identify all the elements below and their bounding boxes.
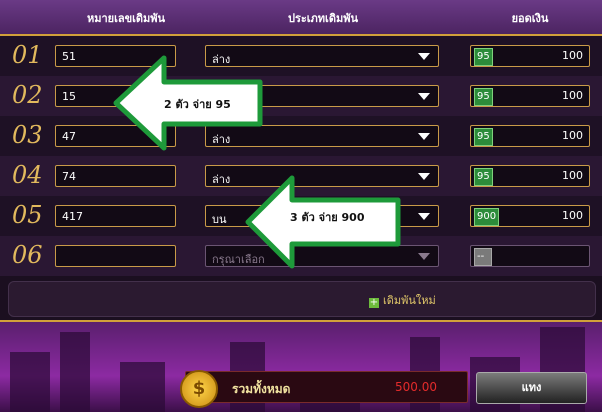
row-number: 04 — [12, 161, 43, 189]
header-bet-number: หมายเลขเดิมพัน — [86, 12, 166, 25]
payout-rate-badge: 95 — [474, 88, 493, 106]
amount-input[interactable]: -- — [470, 245, 590, 267]
total-value: 500.00 — [395, 380, 437, 394]
row-number: 05 — [12, 201, 43, 229]
bet-number-input[interactable]: 417 — [55, 205, 176, 227]
table-header: หมายเลขเดิมพัน ประเภทเดิมพัน ยอดเงิน — [0, 0, 602, 36]
header-bet-type: ประเภทเดิมพัน — [288, 12, 358, 25]
amount-input[interactable]: 900 100 — [470, 205, 590, 227]
payout-rate-badge: 95 — [474, 168, 493, 186]
payout-rate-badge: 95 — [474, 128, 493, 146]
amount-value: 100 — [562, 209, 583, 222]
plus-icon: + — [369, 297, 379, 308]
row-number: 01 — [12, 41, 43, 69]
bet-type-value: ล่าง — [212, 173, 231, 186]
amount-value: 100 — [562, 129, 583, 142]
callout-text-2digit: 2 ตัว จ่าย 95 — [164, 98, 231, 111]
amount-input[interactable]: 95 100 — [470, 165, 590, 187]
building-shape — [60, 332, 90, 412]
row-number: 06 — [12, 241, 43, 269]
row-number: 02 — [12, 81, 43, 109]
amount-value: 100 — [562, 169, 583, 182]
building-shape — [120, 362, 165, 412]
chevron-down-icon — [418, 133, 430, 140]
place-bet-button[interactable]: แทง — [476, 372, 587, 404]
bet-row: 03 47 ล่าง 95 100 — [0, 116, 602, 156]
amount-input[interactable]: 95 100 — [470, 45, 590, 67]
coin-icon: $ — [180, 370, 218, 408]
bet-number-input[interactable]: 74 — [55, 165, 176, 187]
add-bet-button[interactable]: + เดิมพันใหม่ — [369, 291, 436, 309]
bet-number-input[interactable] — [55, 245, 176, 267]
amount-value: 100 — [562, 89, 583, 102]
header-amount: ยอดเงิน — [511, 12, 549, 25]
amount-input[interactable]: 95 100 — [470, 125, 590, 147]
amount-value: 100 — [562, 49, 583, 62]
building-shape — [10, 352, 50, 412]
payout-rate-badge: 95 — [474, 48, 493, 66]
chevron-down-icon — [418, 173, 430, 180]
add-bet-label: เดิมพันใหม่ — [383, 294, 436, 307]
amount-input[interactable]: 95 100 — [470, 85, 590, 107]
payout-rate-badge: -- — [474, 248, 492, 266]
chevron-down-icon — [418, 53, 430, 60]
payout-rate-badge: 900 — [474, 208, 500, 226]
chevron-down-icon — [418, 253, 430, 260]
chevron-down-icon — [418, 93, 430, 100]
row-number: 03 — [12, 121, 43, 149]
chevron-down-icon — [418, 213, 430, 220]
total-label: รวมทั้งหมด — [232, 382, 291, 396]
bet-row: 02 15 95 100 — [0, 76, 602, 116]
bet-row: 01 51 ล่าง 95 100 — [0, 36, 602, 76]
add-bet-bar: + เดิมพันใหม่ — [8, 281, 596, 317]
callout-text-3digit: 3 ตัว จ่าย 900 — [290, 211, 365, 224]
bet-type-value: บน — [212, 213, 227, 226]
